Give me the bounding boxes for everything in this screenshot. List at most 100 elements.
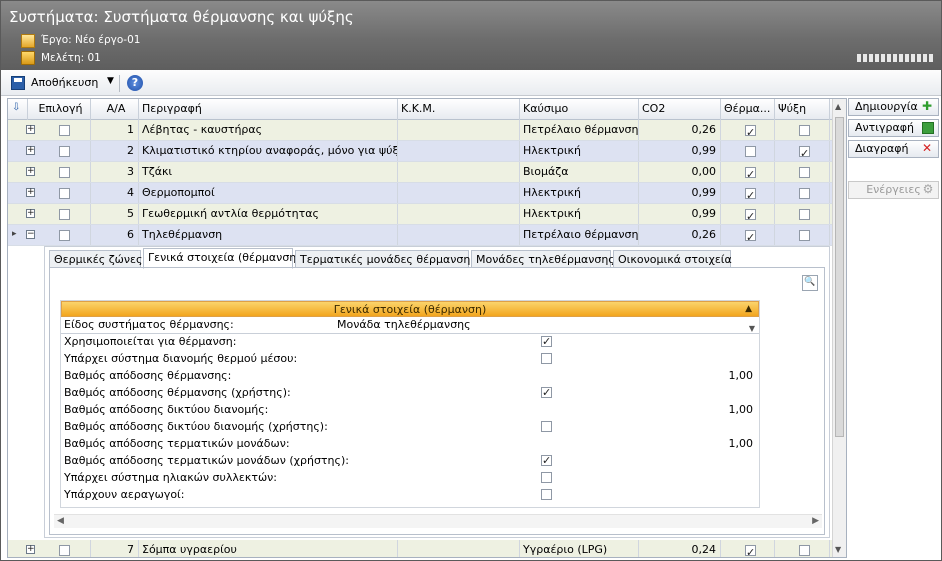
expand-icon[interactable]: +	[26, 125, 35, 134]
cooling-cell[interactable]	[775, 183, 830, 203]
cooling-checkbox[interactable]	[799, 544, 810, 556]
property-row[interactable]: Βαθμός απόδοσης τερματικών μονάδων (χρήσ…	[61, 453, 759, 470]
fuel-cell[interactable]: Ηλεκτρική	[520, 204, 639, 224]
heating-checkbox[interactable]	[745, 543, 756, 557]
property-row[interactable]: Είδος συστήματος θέρμανσης: Μονάδα τηλεθ…	[61, 317, 759, 334]
heating-cell[interactable]	[721, 204, 775, 224]
cooling-cell[interactable]	[775, 225, 830, 245]
property-row[interactable]: Βαθμός απόδοσης θέρμανσης: 1,00	[61, 368, 759, 385]
property-value[interactable]: 1,00	[729, 402, 754, 418]
kkm-cell[interactable]	[398, 540, 520, 557]
scroll-down-icon[interactable]: ▼	[835, 545, 841, 554]
select-checkbox[interactable]	[59, 187, 70, 199]
property-row[interactable]: Βαθμός απόδοσης τερματικών μονάδων: 1,00	[61, 436, 759, 453]
select-checkbox[interactable]	[59, 124, 70, 136]
kkm-cell[interactable]	[398, 120, 520, 140]
scroll-left-icon[interactable]: ◀	[57, 516, 64, 526]
tab-thermal-zones[interactable]: Θερμικές ζώνες	[49, 250, 142, 268]
expand-icon[interactable]: +	[26, 545, 35, 554]
horizontal-scrollbar[interactable]: ◀ ▶	[54, 514, 822, 528]
select-checkbox[interactable]	[59, 229, 70, 241]
cooling-checkbox[interactable]	[799, 124, 810, 136]
collapse-icon[interactable]: −	[26, 230, 35, 239]
heating-cell[interactable]	[721, 162, 775, 182]
search-icon[interactable]: 🔍	[802, 275, 818, 291]
tab-general-heating[interactable]: Γενικά στοιχεία (θέρμανση)	[143, 248, 301, 269]
property-row[interactable]: Βαθμός απόδοσης θέρμανσης (χρήστης):	[61, 385, 759, 402]
cooling-cell[interactable]	[775, 540, 830, 557]
property-checkbox[interactable]	[541, 472, 552, 483]
col-fuel[interactable]: Καύσιμο	[520, 99, 639, 120]
table-row[interactable]: + 4 Θερμοπομποί Ηλεκτρική 0,99	[8, 183, 834, 204]
co2-cell[interactable]: 0,99	[639, 204, 721, 224]
description-cell[interactable]: Σόμπα υγραερίου	[139, 540, 398, 557]
sort-icon[interactable]: ⇩	[12, 103, 22, 115]
expand-icon[interactable]: +	[26, 209, 35, 218]
property-grid-header[interactable]: Γενικά στοιχεία (θέρμανση) ▲	[61, 301, 759, 317]
property-row[interactable]: Βαθμός απόδοσης δικτύου διανομής (χρήστη…	[61, 419, 759, 436]
property-checkbox[interactable]	[541, 489, 552, 500]
fuel-cell[interactable]: Υγραέριο (LPG)	[520, 540, 639, 557]
select-cell[interactable]	[44, 225, 91, 245]
property-row[interactable]: Υπάρχουν αεραγωγοί:	[61, 487, 759, 504]
save-button[interactable]: Αποθήκευση	[31, 76, 98, 89]
table-row[interactable]: + 7 Σόμπα υγραερίου Υγραέριο (LPG) 0,24	[8, 540, 834, 557]
heating-cell[interactable]	[721, 141, 775, 161]
collapse-up-icon[interactable]: ▲	[745, 302, 752, 317]
property-row[interactable]: Βαθμός απόδοσης δικτύου διανομής: 1,00	[61, 402, 759, 419]
scroll-up-icon[interactable]: ▲	[835, 102, 841, 111]
select-checkbox[interactable]	[59, 166, 70, 178]
heating-checkbox[interactable]	[745, 186, 756, 203]
property-checkbox[interactable]	[541, 353, 552, 364]
fuel-cell[interactable]: Πετρέλαιο θέρμανσης	[520, 225, 639, 245]
scrollbar-thumb[interactable]	[835, 117, 844, 437]
co2-cell[interactable]: 0,26	[639, 120, 721, 140]
sort-column[interactable]: ⇩	[8, 99, 28, 120]
description-cell[interactable]: Γεωθερμική αντλία θερμότητας	[139, 204, 398, 224]
fuel-cell[interactable]: Ηλεκτρική	[520, 183, 639, 203]
cooling-cell[interactable]	[775, 141, 830, 161]
expand-icon[interactable]: +	[26, 146, 35, 155]
select-checkbox[interactable]	[59, 544, 70, 556]
vertical-scrollbar[interactable]: ▲ ▼	[832, 99, 846, 557]
select-cell[interactable]	[44, 204, 91, 224]
kkm-cell[interactable]	[398, 204, 520, 224]
col-aa[interactable]: Α/Α	[91, 99, 139, 120]
property-row[interactable]: Χρησιμοποιείται για θέρμανση:	[61, 334, 759, 351]
kkm-cell[interactable]	[398, 162, 520, 182]
co2-cell[interactable]: 0,99	[639, 183, 721, 203]
table-row[interactable]: + 2 Κλιματιστικό κτηρίου αναφοράς, μόνο …	[8, 141, 834, 162]
select-checkbox[interactable]	[59, 145, 70, 157]
actions-button[interactable]: Ενέργειες ⚙	[848, 181, 939, 199]
select-cell[interactable]	[44, 120, 91, 140]
description-cell[interactable]: Κλιματιστικό κτηρίου αναφοράς, μόνο για …	[139, 141, 398, 161]
copy-button[interactable]: Αντιγραφή	[848, 119, 939, 137]
tab-district-heating-units[interactable]: Μονάδες τηλεθέρμανσης	[471, 250, 615, 268]
heating-cell[interactable]	[721, 120, 775, 140]
heating-checkbox[interactable]	[745, 123, 756, 140]
cooling-cell[interactable]	[775, 204, 830, 224]
cooling-checkbox[interactable]	[799, 208, 810, 220]
co2-cell[interactable]: 0,24	[639, 540, 721, 557]
property-checkbox[interactable]	[541, 453, 552, 469]
cooling-checkbox[interactable]	[799, 229, 810, 241]
expand-icon[interactable]: +	[26, 188, 35, 197]
table-row-selected[interactable]: ▸ − 6 Τηλεθέρμανση Πετρέλαιο θέρμανσης 0…	[8, 225, 834, 246]
property-checkbox[interactable]	[541, 385, 552, 401]
cooling-checkbox[interactable]	[799, 144, 810, 161]
heating-checkbox[interactable]	[745, 228, 756, 245]
property-row[interactable]: Υπάρχει σύστημα ηλιακών συλλεκτών:	[61, 470, 759, 487]
property-checkbox[interactable]	[541, 334, 552, 350]
col-co2[interactable]: CO2	[639, 99, 721, 120]
col-cooling[interactable]: Ψύξη	[775, 99, 830, 120]
select-cell[interactable]	[44, 141, 91, 161]
expand-icon[interactable]: +	[26, 167, 35, 176]
col-heating[interactable]: Θέρμα...	[721, 99, 775, 120]
fuel-cell[interactable]: Βιομάζα	[520, 162, 639, 182]
property-value[interactable]: 1,00	[729, 436, 754, 452]
tab-economic[interactable]: Οικονομικά στοιχεία	[613, 250, 732, 268]
property-value[interactable]: 1,00	[729, 368, 754, 384]
fuel-cell[interactable]: Πετρέλαιο θέρμανσης	[520, 120, 639, 140]
heating-cell[interactable]	[721, 183, 775, 203]
co2-cell[interactable]: 0,99	[639, 141, 721, 161]
